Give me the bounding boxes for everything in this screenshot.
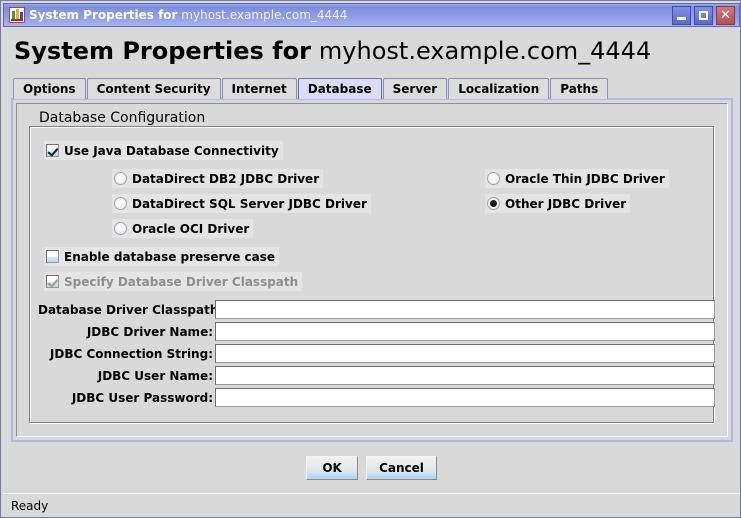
page-title: System Properties for myhost.example.com… (4, 31, 739, 71)
tab-label: Localization (458, 82, 540, 96)
java-app-icon (9, 7, 25, 23)
field-label: JDBC User Name: (97, 368, 213, 383)
radio-datadirect-sqlserver[interactable]: DataDirect SQL Server JDBC Driver (112, 194, 371, 213)
cancel-button[interactable]: Cancel (366, 456, 437, 480)
field-label: Database Driver Classpath: (38, 302, 224, 317)
page-title-host: myhost.example.com_4444 (318, 37, 652, 65)
radio-label: Oracle Thin JDBC Driver (505, 171, 665, 186)
title-bar: System Properties for myhost.example.com… (3, 3, 740, 27)
tab-paths[interactable]: Paths (550, 78, 609, 99)
radio-label: DataDirect DB2 JDBC Driver (132, 171, 320, 186)
tab-label: Content Security (96, 82, 211, 96)
radio-label: Other JDBC Driver (505, 196, 627, 211)
field-row-database-driver-classpath: Database Driver Classpath: (38, 300, 718, 319)
radio-icon (114, 222, 127, 235)
jdbc-connection-string-input[interactable] (215, 344, 715, 363)
database-tab-panel: Database Configuration Use Java Database… (11, 98, 733, 442)
database-configuration-title: Database Configuration (35, 110, 210, 126)
radio-label: Oracle OCI Driver (132, 221, 250, 236)
field-row-jdbc-user-password: JDBC User Password: (38, 388, 718, 407)
database-tab-panel-inner: Database Configuration Use Java Database… (16, 103, 728, 437)
ok-button[interactable]: OK (306, 456, 359, 480)
database-driver-classpath-input[interactable] (215, 300, 715, 319)
window-title-strong: System Properties for (29, 8, 178, 22)
jdbc-driver-name-input[interactable] (215, 322, 715, 341)
tab-internet[interactable]: Internet (221, 78, 297, 99)
window-title: System Properties for myhost.example.com… (29, 8, 347, 22)
page-title-strong: System Properties for (14, 37, 311, 65)
tab-options[interactable]: Options (13, 78, 86, 99)
field-label: JDBC Driver Name: (86, 324, 213, 339)
radio-label: DataDirect SQL Server JDBC Driver (132, 196, 367, 211)
minimize-icon (677, 16, 686, 20)
status-text: Ready (11, 498, 49, 513)
tab-localization[interactable]: Localization (448, 78, 550, 99)
use-jdbc-label: Use Java Database Connectivity (64, 143, 279, 158)
radio-oracle-thin[interactable]: Oracle Thin JDBC Driver (485, 169, 669, 188)
minimize-button[interactable] (672, 5, 691, 25)
radio-other-jdbc[interactable]: Other JDBC Driver (485, 194, 631, 213)
status-bar: Ready (3, 493, 740, 517)
specify-classpath-label: Specify Database Driver Classpath (64, 274, 299, 289)
tab-database[interactable]: Database (297, 78, 382, 99)
window-controls: ✕ (672, 5, 737, 25)
jdbc-user-password-input[interactable] (215, 388, 715, 407)
field-row-jdbc-user-name: JDBC User Name: (38, 366, 718, 385)
use-jdbc-checkbox[interactable]: Use Java Database Connectivity (44, 141, 283, 160)
checkbox-icon (46, 250, 59, 263)
database-configuration-group: Use Java Database Connectivity DataDirec… (29, 126, 715, 424)
preserve-case-label: Enable database preserve case (64, 249, 276, 264)
tab-label: Paths (560, 82, 599, 96)
radio-icon (487, 197, 500, 210)
field-label: JDBC User Password: (71, 390, 213, 405)
tab-label: Options (23, 82, 76, 96)
specify-classpath-checkbox: Specify Database Driver Classpath (44, 272, 303, 291)
maximize-icon (699, 10, 708, 20)
window-title-host: myhost.example.com_4444 (181, 8, 348, 22)
tab-content-security[interactable]: Content Security (86, 78, 221, 99)
field-label: JDBC Connection String: (49, 346, 213, 361)
preserve-case-checkbox[interactable]: Enable database preserve case (44, 247, 280, 266)
radio-icon (487, 172, 500, 185)
field-row-jdbc-connection-string: JDBC Connection String: (38, 344, 718, 363)
radio-icon (114, 197, 127, 210)
maximize-button[interactable] (694, 5, 713, 25)
checkbox-icon (46, 275, 59, 288)
dialog-button-row: OK Cancel (1, 456, 740, 480)
close-icon: ✕ (720, 7, 731, 23)
checkbox-icon (46, 144, 59, 157)
jdbc-user-name-input[interactable] (215, 366, 715, 385)
close-button[interactable]: ✕ (716, 5, 735, 25)
tab-label: Database (307, 82, 372, 96)
tab-label: Server (392, 82, 438, 96)
tab-server[interactable]: Server (382, 78, 448, 99)
tab-bar: Options Content Security Internet Databa… (13, 78, 609, 99)
radio-icon (114, 172, 127, 185)
radio-oracle-oci[interactable]: Oracle OCI Driver (112, 219, 254, 238)
system-properties-window: System Properties for myhost.example.com… (0, 0, 741, 518)
field-row-jdbc-driver-name: JDBC Driver Name: (38, 322, 718, 341)
radio-datadirect-db2[interactable]: DataDirect DB2 JDBC Driver (112, 169, 324, 188)
tab-label: Internet (231, 82, 287, 96)
